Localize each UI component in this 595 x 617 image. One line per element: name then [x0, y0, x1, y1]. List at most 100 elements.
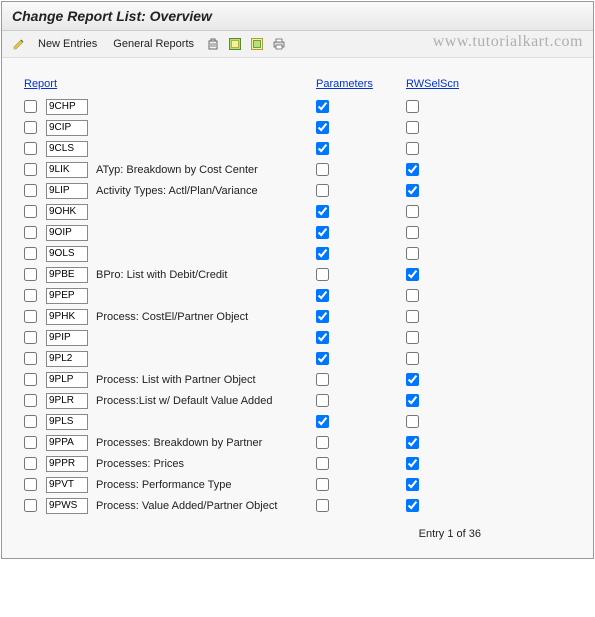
- row-select-checkbox[interactable]: [24, 457, 37, 470]
- report-code-input[interactable]: [46, 456, 88, 472]
- table-row: Process: Value Added/Partner Object: [24, 495, 571, 516]
- report-code-input[interactable]: [46, 330, 88, 346]
- report-description: BPro: List with Debit/Credit: [96, 269, 316, 281]
- report-code-input[interactable]: [46, 435, 88, 451]
- row-select-checkbox[interactable]: [24, 163, 37, 176]
- general-reports-button[interactable]: General Reports: [107, 35, 200, 53]
- report-code-input[interactable]: [46, 309, 88, 325]
- report-code-input[interactable]: [46, 225, 88, 241]
- row-select-checkbox[interactable]: [24, 268, 37, 281]
- rwselscn-checkbox[interactable]: [406, 394, 419, 407]
- report-description: Processes: Breakdown by Partner: [96, 437, 316, 449]
- report-code-input[interactable]: [46, 120, 88, 136]
- parameters-checkbox[interactable]: [316, 394, 329, 407]
- deselect-all-icon[interactable]: [248, 35, 266, 53]
- report-code-input[interactable]: [46, 267, 88, 283]
- parameters-checkbox[interactable]: [316, 184, 329, 197]
- report-code-input[interactable]: [46, 141, 88, 157]
- report-code-input[interactable]: [46, 204, 88, 220]
- rwselscn-checkbox[interactable]: [406, 184, 419, 197]
- report-code-input[interactable]: [46, 162, 88, 178]
- select-all-icon[interactable]: [226, 35, 244, 53]
- rwselscn-checkbox[interactable]: [406, 163, 419, 176]
- row-select-checkbox[interactable]: [24, 331, 37, 344]
- parameters-checkbox[interactable]: [316, 121, 329, 134]
- new-entries-button[interactable]: New Entries: [32, 35, 103, 53]
- rwselscn-checkbox[interactable]: [406, 205, 419, 218]
- table-row: Processes: Breakdown by Partner: [24, 432, 571, 453]
- report-description: Process: List with Partner Object: [96, 374, 316, 386]
- report-code-input[interactable]: [46, 246, 88, 262]
- rwselscn-checkbox[interactable]: [406, 415, 419, 428]
- row-select-checkbox[interactable]: [24, 478, 37, 491]
- row-select-checkbox[interactable]: [24, 226, 37, 239]
- header-parameters[interactable]: Parameters: [316, 78, 406, 90]
- row-select-checkbox[interactable]: [24, 352, 37, 365]
- parameters-checkbox[interactable]: [316, 373, 329, 386]
- report-code-input[interactable]: [46, 288, 88, 304]
- report-code-input[interactable]: [46, 477, 88, 493]
- print-icon[interactable]: [270, 35, 288, 53]
- parameters-checkbox[interactable]: [316, 100, 329, 113]
- parameters-checkbox[interactable]: [316, 247, 329, 260]
- delete-icon[interactable]: [204, 35, 222, 53]
- row-select-checkbox[interactable]: [24, 499, 37, 512]
- row-select-checkbox[interactable]: [24, 247, 37, 260]
- rwselscn-checkbox[interactable]: [406, 289, 419, 302]
- rwselscn-checkbox[interactable]: [406, 499, 419, 512]
- row-select-checkbox[interactable]: [24, 436, 37, 449]
- report-code-input[interactable]: [46, 372, 88, 388]
- parameters-checkbox[interactable]: [316, 331, 329, 344]
- header-report[interactable]: Report: [24, 78, 96, 90]
- edit-icon[interactable]: [10, 35, 28, 53]
- rwselscn-checkbox[interactable]: [406, 310, 419, 323]
- rwselscn-checkbox[interactable]: [406, 457, 419, 470]
- row-select-checkbox[interactable]: [24, 289, 37, 302]
- rwselscn-checkbox[interactable]: [406, 436, 419, 449]
- parameters-checkbox[interactable]: [316, 142, 329, 155]
- row-select-checkbox[interactable]: [24, 415, 37, 428]
- row-select-checkbox[interactable]: [24, 100, 37, 113]
- rwselscn-checkbox[interactable]: [406, 247, 419, 260]
- rwselscn-checkbox[interactable]: [406, 142, 419, 155]
- rwselscn-checkbox[interactable]: [406, 352, 419, 365]
- parameters-checkbox[interactable]: [316, 415, 329, 428]
- parameters-checkbox[interactable]: [316, 289, 329, 302]
- rwselscn-checkbox[interactable]: [406, 478, 419, 491]
- report-code-input[interactable]: [46, 414, 88, 430]
- row-select-checkbox[interactable]: [24, 373, 37, 386]
- parameters-checkbox[interactable]: [316, 499, 329, 512]
- rwselscn-checkbox[interactable]: [406, 268, 419, 281]
- rwselscn-checkbox[interactable]: [406, 121, 419, 134]
- row-select-checkbox[interactable]: [24, 121, 37, 134]
- header-rwselscn[interactable]: RWSelScn: [406, 78, 476, 90]
- parameters-checkbox[interactable]: [316, 163, 329, 176]
- table-row: Activity Types: Actl/Plan/Variance: [24, 180, 571, 201]
- row-select-checkbox[interactable]: [24, 184, 37, 197]
- parameters-checkbox[interactable]: [316, 352, 329, 365]
- parameters-checkbox[interactable]: [316, 268, 329, 281]
- row-select-checkbox[interactable]: [24, 310, 37, 323]
- rwselscn-checkbox[interactable]: [406, 226, 419, 239]
- rwselscn-checkbox[interactable]: [406, 373, 419, 386]
- table-body: ATyp: Breakdown by Cost Center Activity T…: [24, 96, 571, 516]
- report-code-input[interactable]: [46, 351, 88, 367]
- parameters-checkbox[interactable]: [316, 457, 329, 470]
- rwselscn-checkbox[interactable]: [406, 100, 419, 113]
- row-select-checkbox[interactable]: [24, 142, 37, 155]
- report-description: ATyp: Breakdown by Cost Center: [96, 164, 316, 176]
- parameters-checkbox[interactable]: [316, 478, 329, 491]
- parameters-checkbox[interactable]: [316, 226, 329, 239]
- report-code-input[interactable]: [46, 393, 88, 409]
- parameters-checkbox[interactable]: [316, 436, 329, 449]
- report-code-input[interactable]: [46, 99, 88, 115]
- parameters-checkbox[interactable]: [316, 310, 329, 323]
- report-description: Processes: Prices: [96, 458, 316, 470]
- report-code-input[interactable]: [46, 498, 88, 514]
- row-select-checkbox[interactable]: [24, 394, 37, 407]
- report-description: Process: Value Added/Partner Object: [96, 500, 316, 512]
- parameters-checkbox[interactable]: [316, 205, 329, 218]
- rwselscn-checkbox[interactable]: [406, 331, 419, 344]
- report-code-input[interactable]: [46, 183, 88, 199]
- row-select-checkbox[interactable]: [24, 205, 37, 218]
